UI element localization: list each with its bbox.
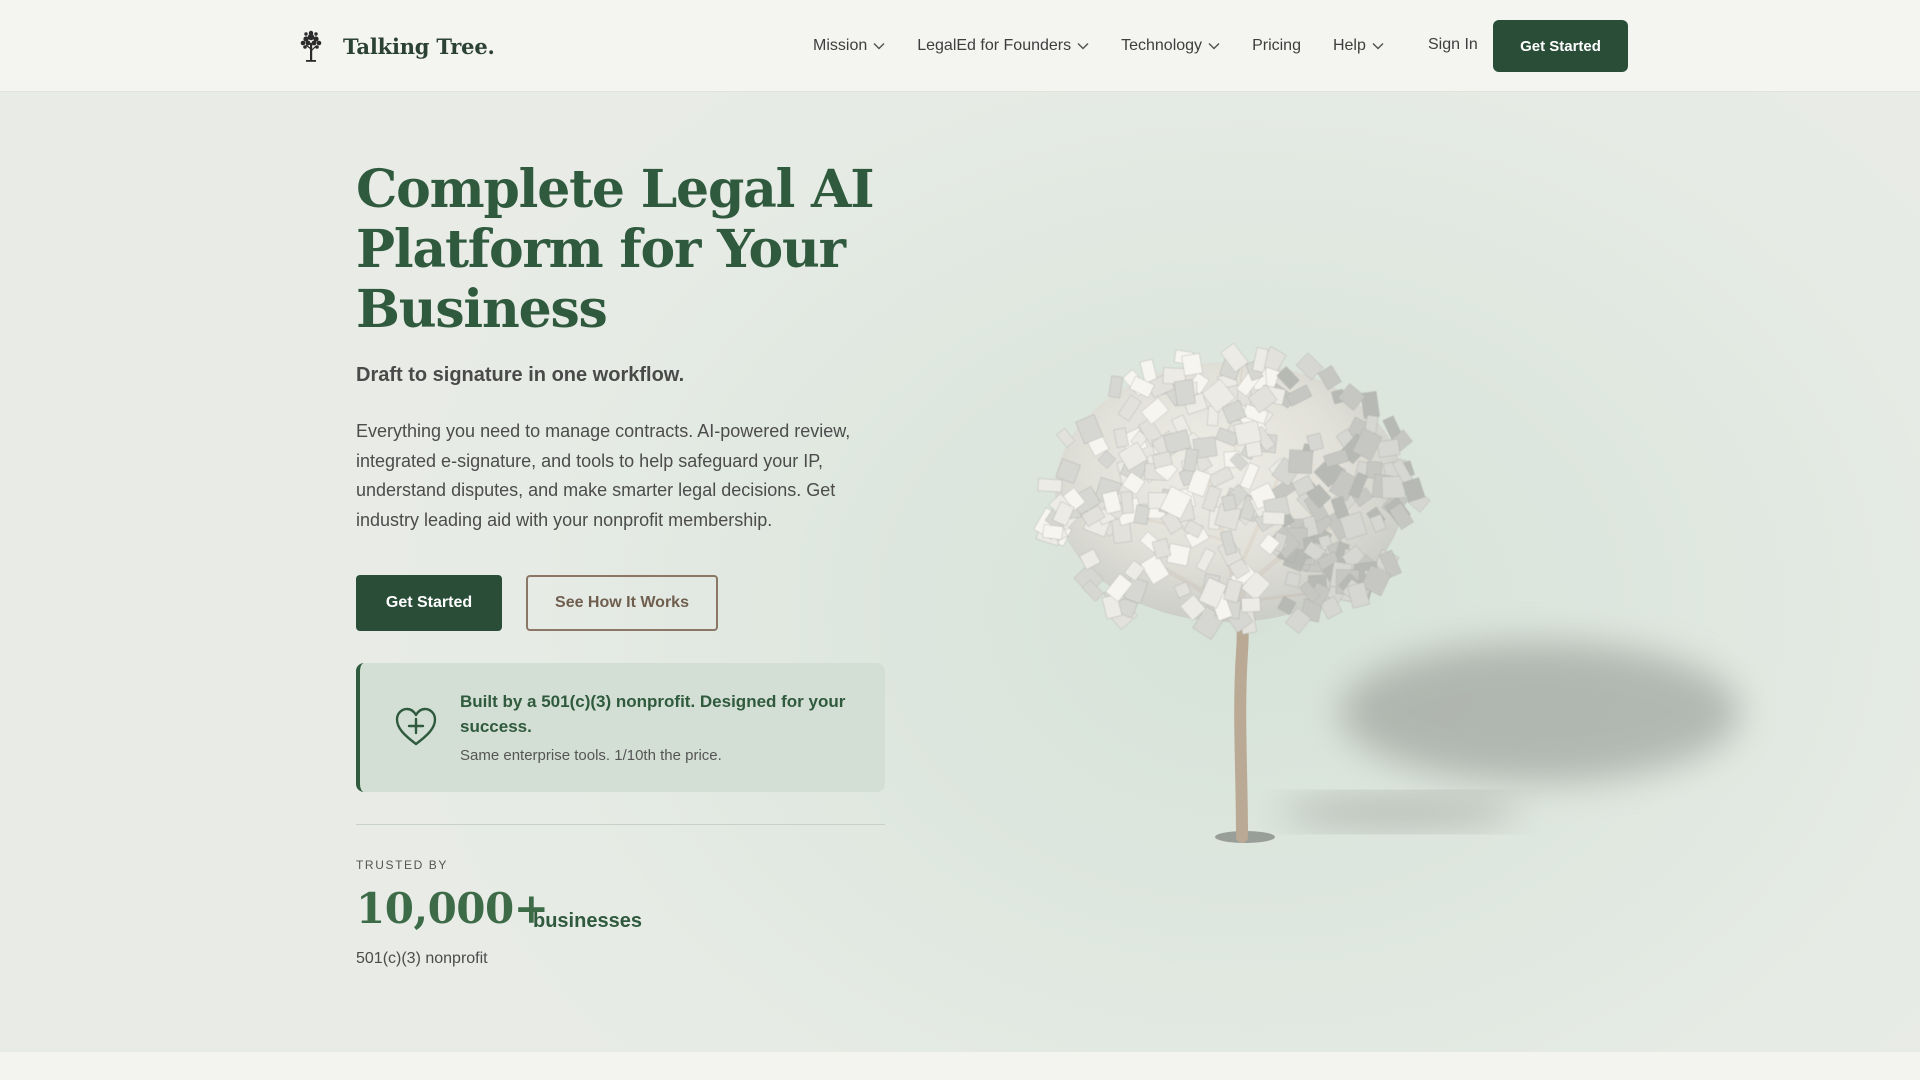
paper-leaf [1262,511,1285,526]
nav-item-technology[interactable]: Technology [1121,37,1220,55]
paper-leaf [1181,353,1203,377]
divider [356,824,885,825]
paper-leaf [1037,478,1063,493]
chevron-down-icon [1372,42,1384,50]
hero-description: Everything you need to manage contracts.… [356,421,851,530]
nonprofit-card-subtitle: Same enterprise tools. 1/10th the price. [460,747,722,764]
trusted-unit: businesses [533,910,642,932]
sign-in-link[interactable]: Sign In [1428,36,1478,54]
hero-subtitle: Draft to signature in one workflow. [356,364,685,386]
nav-item-label: LegalEd for Founders [917,37,1072,54]
brand-logo[interactable]: Talking Tree. [297,28,495,64]
main-nav: Mission LegalEd for Founders Technology … [813,0,1416,92]
header-get-started-button[interactable]: Get Started [1493,20,1628,72]
heart-plus-icon [395,707,437,746]
paper-leaf [1221,494,1237,512]
paper-leaf [1120,491,1135,515]
chevron-down-icon [1077,42,1089,50]
get-started-button[interactable]: Get Started [356,575,502,631]
site-header: Talking Tree. Mission LegalEd for Founde… [0,0,1920,92]
paper-leaf [1284,571,1302,588]
nonprofit-card-title: Built by a 501(c)(3) nonprofit. Designed… [460,692,846,736]
trusted-count: 10,000+ [356,884,549,933]
nav-item-label: Mission [813,37,868,54]
trusted-note: 501(c)(3) nonprofit [356,950,488,967]
brand-name: Talking Tree. [343,33,495,59]
trusted-by-label: TRUSTED BY [356,858,449,872]
nonprofit-card: Built by a 501(c)(3) nonprofit. Designed… [356,663,885,792]
nav-item-label: Pricing [1252,37,1301,54]
paper-leaf [1042,524,1064,540]
page-title: Complete Legal AI Platform for Your Busi… [356,159,875,340]
nav-item-label: Technology [1121,37,1203,54]
chevron-down-icon [873,42,885,50]
nav-item-pricing[interactable]: Pricing [1252,37,1301,55]
see-how-it-works-button[interactable]: See How It Works [526,575,718,631]
paper-leaf [1241,597,1261,613]
paper-leaf [1288,449,1314,474]
paper-leaf [1133,504,1151,525]
tree-icon [300,30,322,62]
chevron-down-icon [1208,42,1220,50]
hero-section: Complete Legal AI Platform for Your Busi… [0,92,1920,1052]
nav-item-label: Help [1332,37,1366,54]
nav-item-help[interactable]: Help [1333,37,1384,55]
paper-tree-illustration [1033,342,1740,843]
paper-leaf [1376,438,1401,458]
nav-item-mission[interactable]: Mission [813,37,885,55]
footer-band [0,1052,1920,1080]
paper-leaf [1173,379,1196,407]
nav-item-legaled[interactable]: LegalEd for Founders [917,37,1089,55]
